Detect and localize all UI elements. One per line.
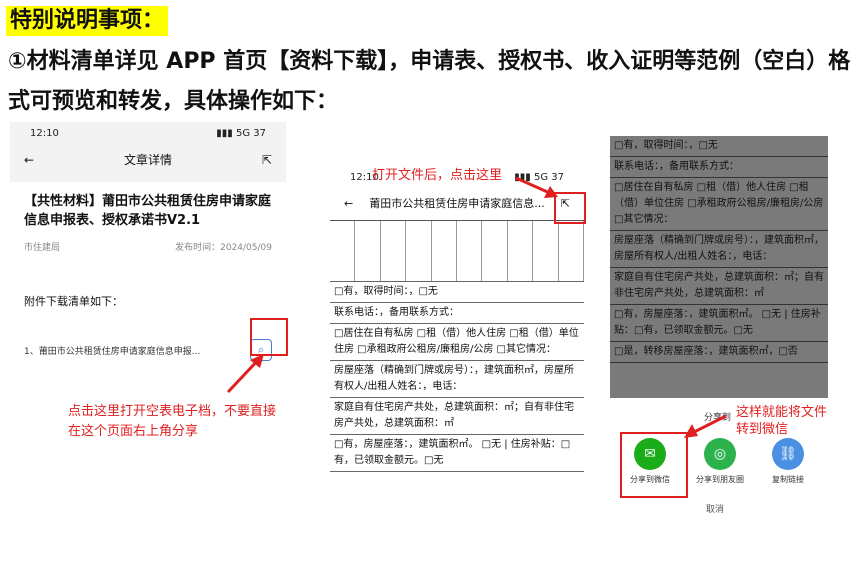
network-label: 5G bbox=[235, 128, 251, 139]
article-body: 【共性材料】莆田市公共租赁住房申请家庭信息申报表、授权承诺书V2.1 市住建局 … bbox=[10, 182, 286, 516]
link-icon: ⛓ bbox=[772, 438, 804, 470]
article-date: 发布时间：2024/05/09 bbox=[175, 243, 272, 253]
table-row: 联系电话：，备用联系方式： bbox=[610, 157, 828, 178]
callout-open-file: 点击这里打开空表电子档，不要直接在这个页面右上角分享 bbox=[68, 404, 277, 439]
status-bar: 12:10 ▮▮▮ 5G 37 bbox=[10, 122, 286, 145]
instruction-paragraph: ①材料清单详见 APP 首页【资料下载】，申请表、授权书、收入证明等范例（空白）… bbox=[8, 49, 851, 114]
callout-share-wechat: 这样就能将文件转到微信 bbox=[736, 405, 828, 437]
table-row: □是，转移房屋座落：，建筑面积㎡，□否 bbox=[610, 342, 828, 363]
table-row: 家庭自有住宅房产共处，总建筑面积：㎡；自有非住宅房产共处，总建筑面积：㎡ bbox=[330, 398, 584, 435]
back-arrow-icon[interactable]: ← bbox=[24, 153, 34, 167]
screenshot-article: 12:10 ▮▮▮ 5G 37 ← 文章详情 ⇱ 【共性材料】莆田市公共租赁住房… bbox=[10, 122, 286, 516]
share-moments-label: 分享到朋友圈 bbox=[696, 475, 744, 484]
table-row: □居住在自有私房 □租（借）他人住房 □租（借）单位住房 □承租政府公租房/廉租… bbox=[610, 178, 828, 231]
battery-level: 37 bbox=[253, 128, 266, 139]
status-time: 12:10 bbox=[30, 128, 59, 139]
article-meta: 市住建局 发布时间：2024/05/09 bbox=[24, 240, 272, 253]
screenshot-document: 12:10 ▮▮▮ 5G 37 ← 莆田市公共租赁住房申请家庭信息... ⇱ □… bbox=[330, 160, 584, 518]
table-row: 房屋座落（精确到门牌或房号）：，建筑面积㎡，房屋所有权人/出租人姓名：，电话： bbox=[330, 361, 584, 398]
dimmed-document: □有，取得时间：，□无 联系电话：，备用联系方式： □居住在自有私房 □租（借）… bbox=[610, 136, 828, 398]
back-arrow-icon[interactable]: ← bbox=[344, 197, 353, 210]
highlight-box bbox=[620, 432, 688, 498]
copy-link-button[interactable]: ⛓ 复制链接 bbox=[760, 438, 816, 485]
download-item-label: 1、莆田市公共租赁住房申请家庭信息申报... bbox=[24, 346, 201, 357]
callout-click-share: 打开文件后，点击这里 bbox=[372, 168, 503, 183]
section-heading: 特别说明事项： bbox=[6, 6, 169, 36]
table-row: □居住在自有私房 □租（借）他人住房 □租（借）单位住房 □承租政府公租房/廉租… bbox=[330, 324, 584, 361]
copy-link-label: 复制链接 bbox=[772, 475, 804, 484]
table-row: 房屋座落（精确到门牌或房号）：，建筑面积㎡，房屋所有权人/出租人姓名：，电话： bbox=[610, 231, 828, 268]
table-row: □有，房屋座落：，建筑面积㎡。 □无 | 住房补贴：□有，已领取金额元。□无 bbox=[610, 305, 828, 342]
arrow-icon bbox=[684, 414, 727, 438]
highlight-box bbox=[554, 192, 586, 224]
table-header-grid bbox=[330, 221, 584, 282]
moments-icon: ◎ bbox=[704, 438, 736, 470]
table-row: □有，取得时间：，□无 bbox=[610, 136, 828, 157]
article-source: 市住建局 bbox=[24, 243, 61, 253]
table-row: □有，房屋座落：，建筑面积㎡。 □无 | 住房补贴：□有，已领取金额元。□无 bbox=[330, 435, 584, 472]
table-row: 家庭自有住宅房产共处，总建筑面积：㎡；自有非住宅房产共处，总建筑面积：㎡ bbox=[610, 268, 828, 305]
share-icon[interactable]: ⇱ bbox=[262, 153, 272, 167]
table-row: □有，取得时间：，□无 bbox=[330, 282, 584, 303]
cancel-button[interactable]: 取消 bbox=[706, 502, 724, 515]
signal-icon: ▮▮▮ bbox=[216, 128, 233, 139]
arrow-icon bbox=[226, 354, 264, 394]
table-row: 联系电话：，备用联系方式： bbox=[330, 303, 584, 324]
document-preview: □有，取得时间：，□无 联系电话：，备用联系方式： □居住在自有私房 □租（借）… bbox=[330, 220, 584, 518]
nav-title: 文章详情 bbox=[123, 153, 172, 167]
article-title: 【共性材料】莆田市公共租赁住房申请家庭信息申报表、授权承诺书V2.1 bbox=[24, 194, 272, 228]
share-moments-button[interactable]: ◎ 分享到朋友圈 bbox=[692, 438, 748, 485]
download-heading: 附件下载清单如下： bbox=[24, 295, 123, 308]
nav-bar: ← 文章详情 ⇱ bbox=[10, 145, 286, 174]
